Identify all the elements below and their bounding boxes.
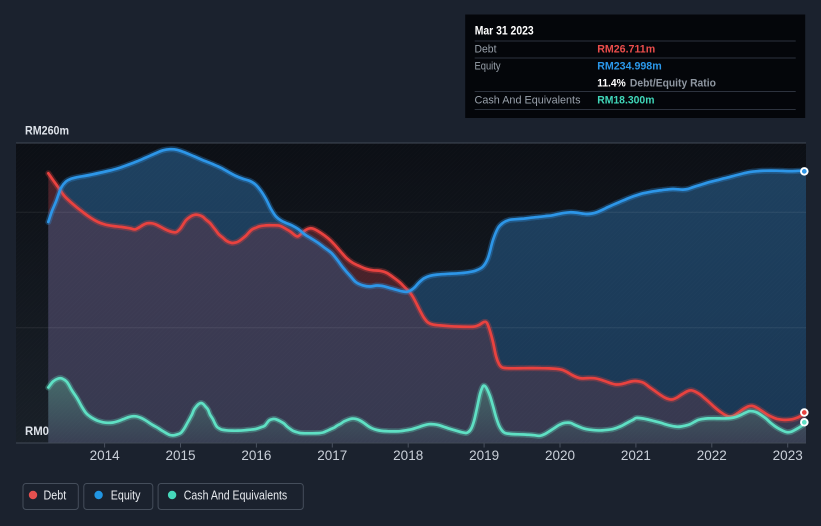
svg-text:Debt/Equity Ratio: Debt/Equity Ratio (630, 78, 716, 90)
svg-text:2014: 2014 (90, 448, 121, 463)
svg-text:2016: 2016 (241, 448, 271, 463)
svg-text:2023: 2023 (773, 448, 803, 463)
svg-text:RM260m: RM260m (25, 126, 69, 138)
svg-text:2015: 2015 (165, 448, 195, 463)
svg-text:Cash And Equivalents: Cash And Equivalents (184, 488, 288, 503)
svg-text:RM18.300m: RM18.300m (597, 94, 654, 106)
svg-text:Debt: Debt (475, 44, 497, 56)
svg-text:11.4%: 11.4% (597, 78, 626, 90)
svg-text:RM26.711m: RM26.711m (597, 44, 655, 56)
svg-text:2017: 2017 (317, 448, 347, 463)
svg-text:Debt: Debt (44, 488, 67, 503)
svg-text:Equity: Equity (475, 61, 501, 73)
svg-text:2022: 2022 (697, 448, 727, 463)
svg-text:Equity: Equity (111, 488, 141, 503)
svg-text:2020: 2020 (545, 448, 575, 463)
svg-text:2021: 2021 (621, 448, 651, 463)
svg-text:RM0: RM0 (25, 426, 49, 438)
svg-text:Cash And Equivalents: Cash And Equivalents (475, 94, 581, 106)
svg-text:RM234.998m: RM234.998m (597, 61, 662, 73)
svg-text:Mar 31 2023: Mar 31 2023 (475, 26, 534, 38)
svg-text:2018: 2018 (393, 448, 423, 463)
svg-text:2019: 2019 (469, 448, 499, 463)
